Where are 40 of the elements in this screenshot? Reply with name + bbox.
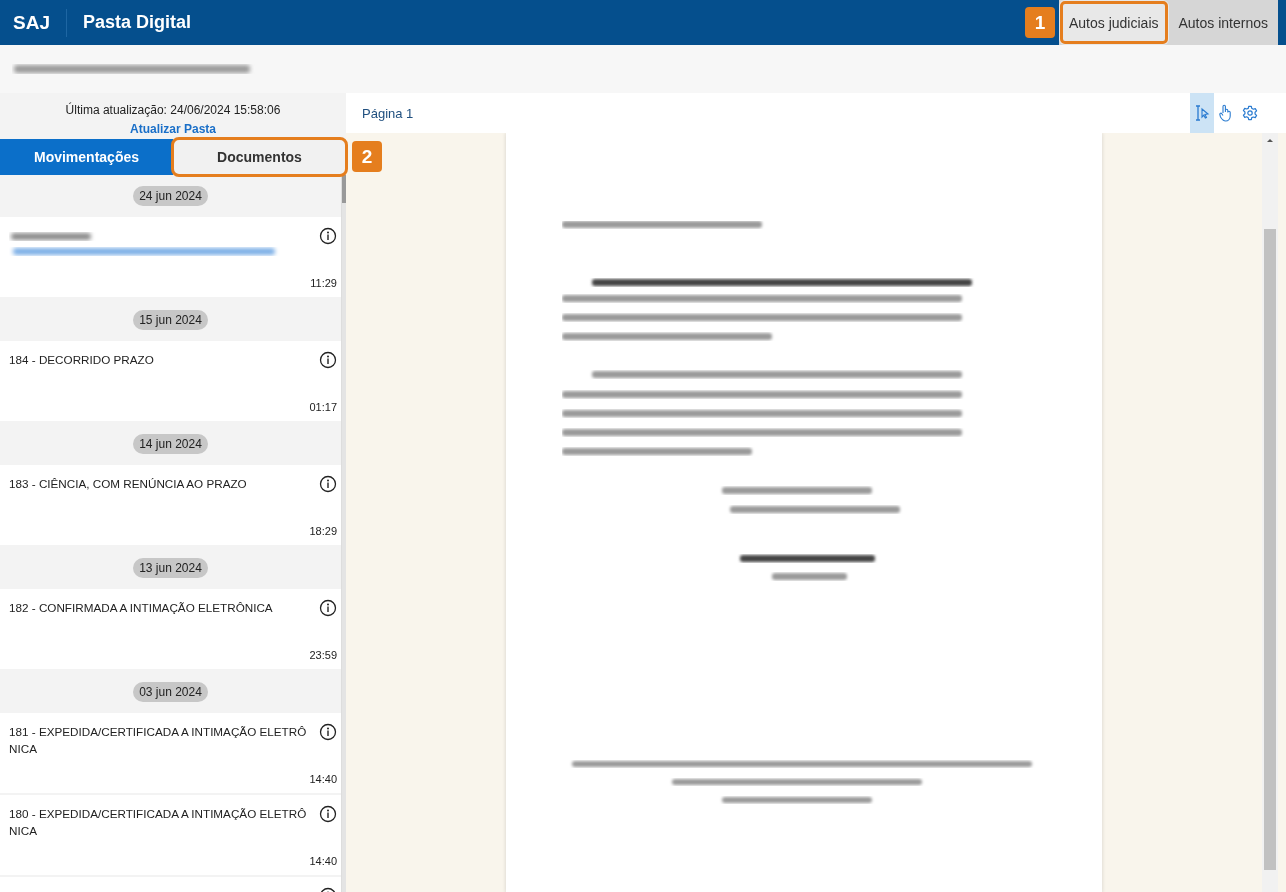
date-pill: 15 jun 2024 bbox=[133, 310, 208, 330]
scrollbar[interactable] bbox=[341, 175, 346, 892]
movement-time: 18:29 bbox=[309, 525, 337, 537]
movement-time: 11:29 bbox=[310, 277, 337, 289]
date-pill: 03 jun 2024 bbox=[133, 682, 208, 702]
last-update-text: Última atualização: 24/06/2024 15:58:06 bbox=[65, 103, 281, 117]
movement-title: 180 - EXPEDIDA/CERTIFICADA A INTIMAÇÃO ELETRÔNICA bbox=[9, 806, 308, 839]
date-pill: 13 jun 2024 bbox=[133, 558, 208, 578]
info-icon[interactable] bbox=[319, 599, 337, 617]
movement-title: 181 - EXPEDIDA/CERTIFICADA A INTIMAÇÃO ELETRÔNICA bbox=[9, 724, 308, 757]
app-title: Pasta Digital bbox=[82, 12, 191, 33]
callout-number: 2 bbox=[352, 141, 382, 172]
movement-title: 182 - CONFIRMADA A INTIMAÇÃO ELETRÔNICA bbox=[9, 600, 273, 616]
movement-item[interactable]: 181 - EXPEDIDA/CERTIFICADA A INTIMAÇÃO ELETRÔNICA 14:40 bbox=[0, 713, 341, 793]
movement-item[interactable]: 180 - EXPEDIDA/CERTIFICADA A INTIMAÇÃO ELETRÔNICA 14:40 bbox=[0, 795, 341, 875]
movement-item[interactable]: 184 - DECORRIDO PRAZO 01:17 bbox=[0, 341, 341, 421]
scrollbar[interactable] bbox=[1262, 133, 1278, 892]
movement-item[interactable]: 182 - CONFIRMADA A INTIMAÇÃO ELETRÔNICA 23:59 bbox=[0, 589, 341, 669]
date-pill: 14 jun 2024 bbox=[133, 434, 208, 454]
info-icon[interactable] bbox=[319, 351, 337, 369]
movement-item[interactable]: 11:29 bbox=[0, 217, 341, 297]
page-label: Página 1 bbox=[362, 105, 414, 121]
refresh-link[interactable]: Atualizar Pasta bbox=[129, 122, 216, 136]
panel-tab[interactable]: Movimentações bbox=[0, 139, 173, 175]
panel-tab[interactable]: Documentos bbox=[173, 139, 346, 175]
app-logo: SAJ bbox=[13, 11, 50, 34]
callout-number: 1 bbox=[1025, 7, 1055, 38]
folder-tab[interactable]: Autos judiciais bbox=[1059, 0, 1169, 45]
movement-time: 23:59 bbox=[309, 649, 337, 661]
info-icon[interactable] bbox=[319, 805, 337, 823]
movement-title: 184 - DECORRIDO PRAZO bbox=[9, 352, 154, 368]
movement-time: 01:17 bbox=[309, 401, 337, 413]
movement-item[interactable]: 183 - CIÊNCIA, COM RENÚNCIA AO PRAZO 18:29 bbox=[0, 465, 341, 545]
movement-time: 14:40 bbox=[309, 773, 337, 785]
info-icon[interactable] bbox=[319, 475, 337, 493]
movement-time: 14:40 bbox=[309, 855, 337, 867]
info-icon[interactable] bbox=[319, 227, 337, 245]
date-pill: 24 jun 2024 bbox=[133, 186, 208, 206]
info-icon[interactable] bbox=[319, 723, 337, 741]
movement-title: 183 - CIÊNCIA, COM RENÚNCIA AO PRAZO bbox=[9, 476, 247, 492]
